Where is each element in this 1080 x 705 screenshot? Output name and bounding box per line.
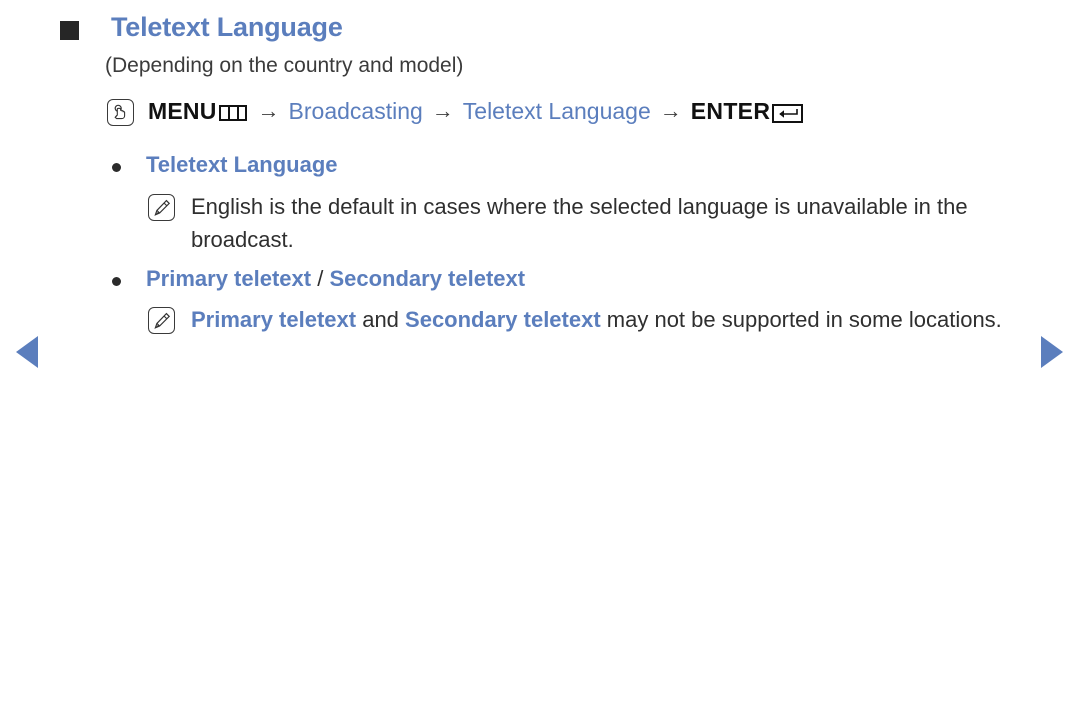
note-pencil-icon — [148, 194, 175, 221]
setting-name-teletext-language[interactable]: Teletext Language — [146, 152, 338, 178]
path-arrow-2: → — [431, 97, 454, 123]
menu-button-label: MENU — [148, 98, 217, 124]
menu-path-breadcrumb: MENU → Broadcasting → Teletext Language … — [107, 97, 804, 126]
note-block: English is the default in cases where th… — [148, 190, 1071, 257]
bullet-dot-icon — [112, 277, 121, 286]
manual-page: Teletext Language (Depending on the coun… — [0, 0, 1080, 705]
list-item: Teletext Language — [112, 152, 338, 178]
list-item: Primary teletext / Secondary teletext — [112, 266, 525, 292]
enter-return-glyph-icon — [772, 104, 804, 123]
note-text: Primary teletext and Secondary teletext … — [191, 303, 1021, 336]
path-arrow-1: → — [257, 97, 280, 123]
hand-press-icon — [107, 99, 134, 126]
page-heading: Teletext Language — [60, 12, 343, 44]
triangle-left-icon[interactable] — [16, 336, 38, 368]
page-title: Teletext Language — [111, 12, 343, 42]
setting-name-secondary-teletext: Secondary teletext — [329, 266, 526, 291]
enter-button-label: ENTER — [690, 98, 771, 124]
note-block: Primary teletext and Secondary teletext … — [148, 303, 1021, 336]
separator-slash: / — [311, 266, 330, 291]
note-highlight-primary-teletext: Primary teletext — [191, 307, 357, 332]
setting-name-primary-secondary-teletext[interactable]: Primary teletext / Secondary teletext — [146, 266, 525, 292]
page-subtitle: (Depending on the country and model) — [105, 54, 464, 77]
note-plain-tail: may not be supported in some locations. — [600, 307, 1002, 332]
bullet-dot-icon — [112, 163, 121, 172]
path-arrow-3: → — [659, 97, 682, 123]
note-text: English is the default in cases where th… — [191, 194, 968, 253]
note-plain-and: and — [356, 307, 406, 332]
menu-three-bar-glyph-icon — [218, 104, 247, 121]
path-step-teletext-language[interactable]: Teletext Language — [463, 98, 651, 125]
triangle-right-icon[interactable] — [1041, 336, 1063, 368]
note-highlight-secondary-teletext: Secondary teletext — [405, 307, 601, 332]
note-pencil-icon — [148, 307, 175, 334]
path-step-broadcasting[interactable]: Broadcasting — [289, 98, 423, 125]
setting-name-primary-teletext: Primary teletext — [146, 266, 312, 291]
filled-square-icon — [60, 21, 79, 40]
